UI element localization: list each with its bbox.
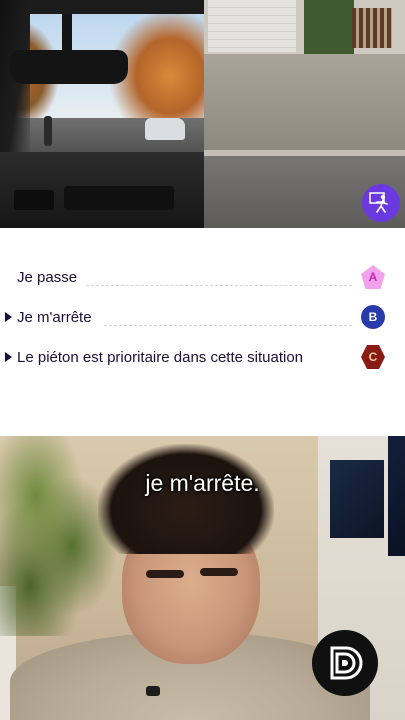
presenter-hair bbox=[98, 444, 274, 554]
answer-label: Je passe bbox=[17, 269, 78, 286]
selected-arrow-icon bbox=[5, 312, 12, 322]
sidewalk bbox=[204, 54, 405, 154]
pedestrian-crossing-icon bbox=[362, 184, 400, 222]
answer-option-b[interactable]: Je m'arrête B bbox=[0, 303, 405, 333]
answer-option-c[interactable]: Le piéton est prioritaire dans cette sit… bbox=[0, 343, 405, 373]
pedestrian bbox=[44, 116, 52, 146]
driver-view-image bbox=[0, 0, 204, 228]
subtitle-caption: je m'arrête. bbox=[145, 470, 260, 496]
rearview-mirror bbox=[10, 50, 128, 84]
answer-list: Je passe A Je m'arrête B Le piéton est p… bbox=[0, 228, 405, 436]
garage-door bbox=[208, 0, 296, 52]
answer-label: Je m'arrête bbox=[17, 309, 92, 326]
question-scene bbox=[0, 0, 405, 228]
dotted-leader bbox=[104, 325, 352, 326]
parked-car bbox=[145, 118, 185, 140]
answer-badge-a: A bbox=[361, 265, 385, 289]
dotted-leader bbox=[86, 285, 352, 286]
presenter-video: je m'arrête. bbox=[0, 436, 405, 720]
answer-label: Le piéton est prioritaire dans cette sit… bbox=[17, 349, 304, 366]
channel-logo-icon[interactable] bbox=[312, 630, 378, 696]
selected-arrow-icon bbox=[5, 352, 12, 362]
answer-badge-b: B bbox=[361, 305, 385, 329]
answer-badge-c: C bbox=[361, 345, 385, 369]
answer-option-a[interactable]: Je passe A bbox=[0, 263, 405, 293]
lapel-mic bbox=[146, 686, 160, 696]
